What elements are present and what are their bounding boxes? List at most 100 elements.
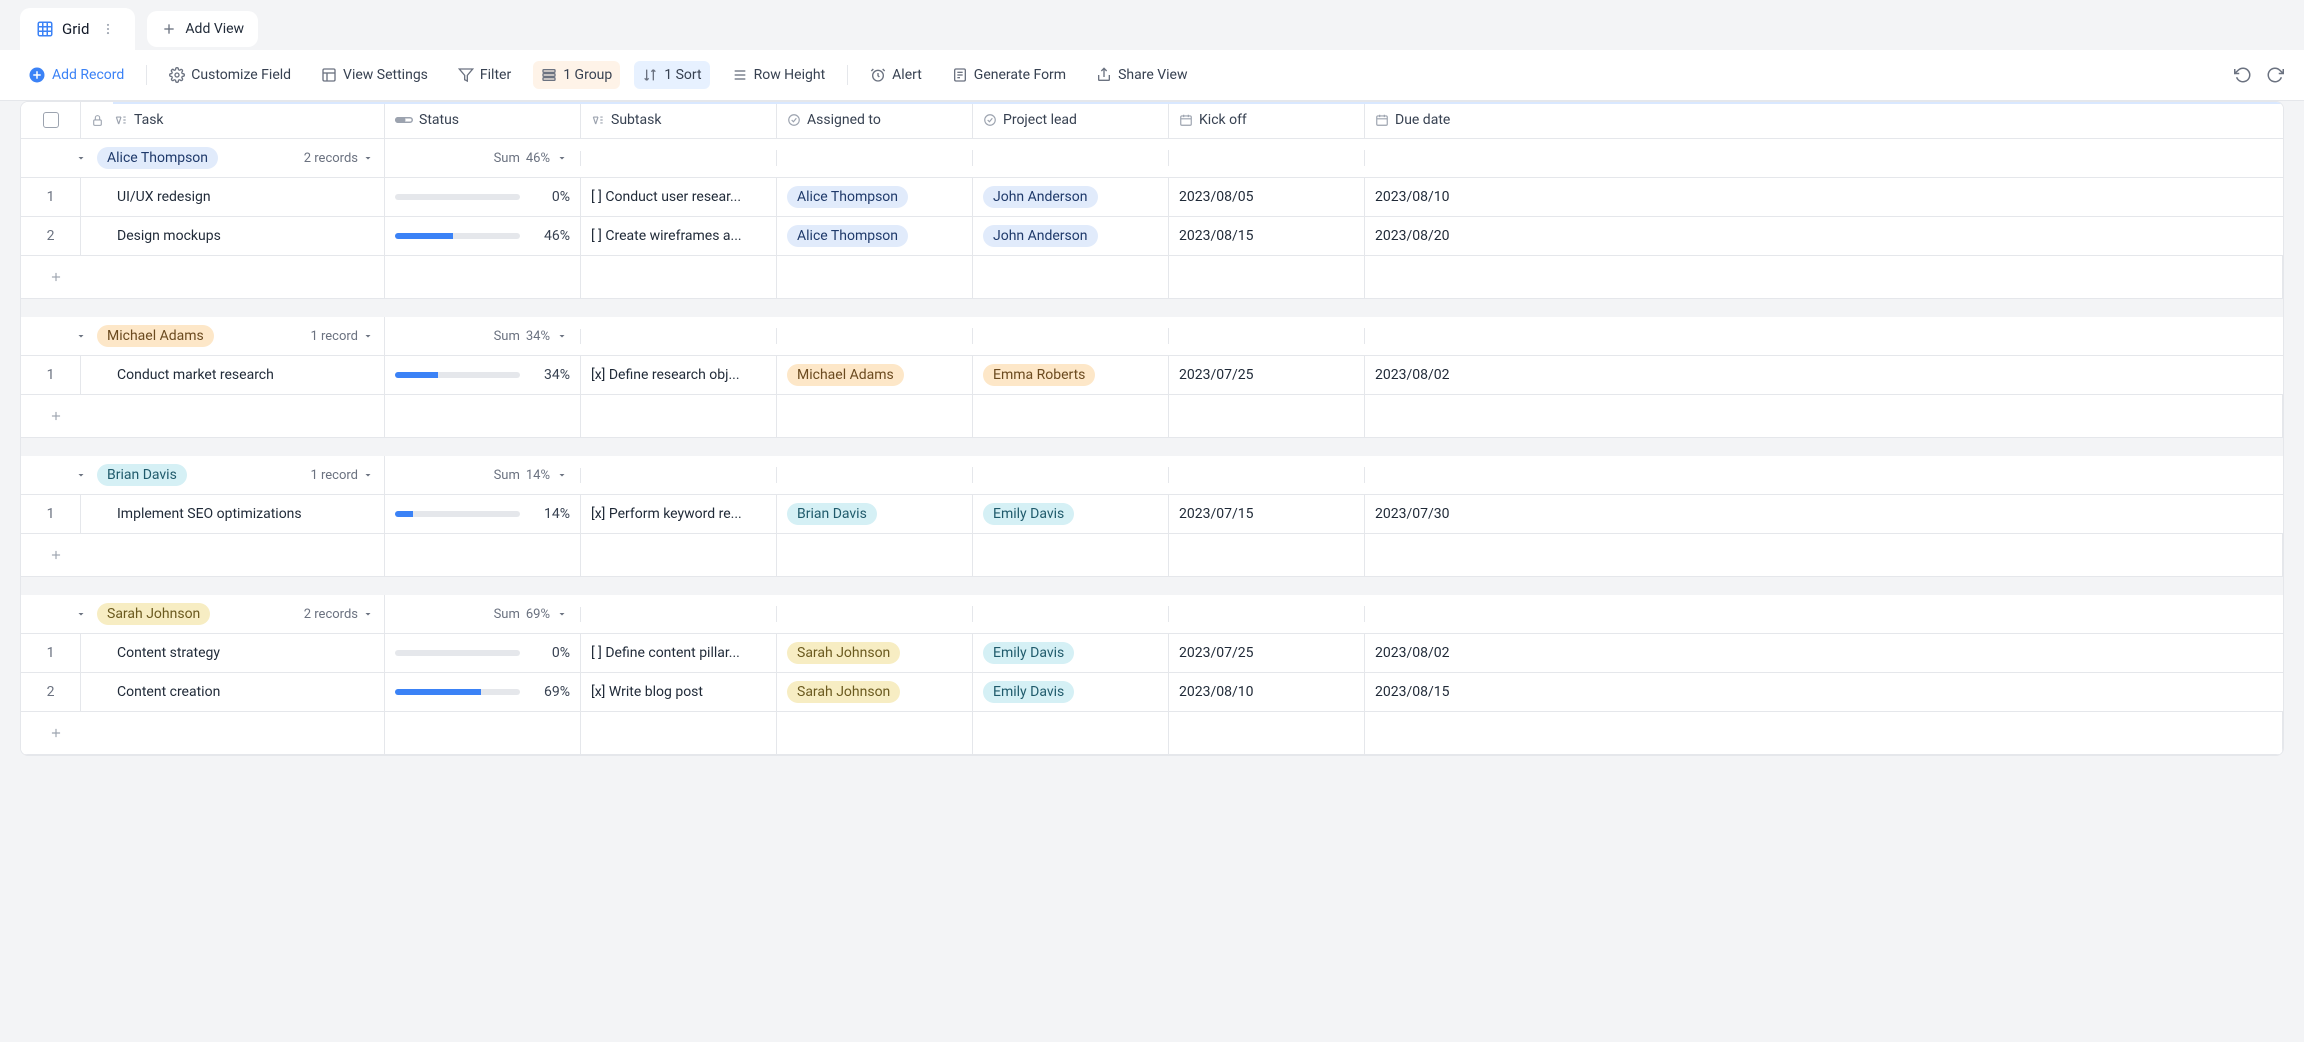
subtask-cell[interactable]: [x] Perform keyword re...	[581, 495, 777, 533]
task-cell[interactable]: Content creation	[81, 673, 385, 711]
table-row[interactable]: 1 Conduct market research 34% [x] Define…	[21, 356, 2283, 395]
due-cell[interactable]: 2023/08/15	[1365, 673, 2283, 711]
share-view-label: Share View	[1118, 67, 1187, 83]
alert-button[interactable]: Alert	[862, 61, 930, 89]
subtask-cell[interactable]: [ ] Conduct user resear...	[581, 178, 777, 216]
status-cell[interactable]: 0%	[385, 634, 581, 672]
column-header-status[interactable]: Status	[385, 102, 581, 138]
task-cell[interactable]: Design mockups	[81, 217, 385, 255]
redo-icon[interactable]	[2266, 66, 2284, 84]
assigned-cell[interactable]: Sarah Johnson	[777, 634, 973, 672]
assigned-cell[interactable]: Sarah Johnson	[777, 673, 973, 711]
due-cell[interactable]: 2023/08/02	[1365, 634, 2283, 672]
column-header-kickoff[interactable]: Kick off	[1169, 102, 1365, 138]
status-cell[interactable]: 0%	[385, 178, 581, 216]
add-view-button[interactable]: Add View	[147, 11, 258, 47]
column-task-label: Task	[134, 112, 164, 128]
add-row-button[interactable]	[21, 534, 385, 576]
kickoff-cell[interactable]: 2023/08/10	[1169, 673, 1365, 711]
assigned-cell[interactable]: Alice Thompson	[777, 178, 973, 216]
group-name-tag[interactable]: Brian Davis	[97, 464, 187, 486]
group-record-count[interactable]: 1 record	[310, 329, 374, 344]
group-collapse-toggle[interactable]	[75, 152, 87, 164]
column-header-task[interactable]: Task	[81, 102, 385, 138]
calendar-icon	[1179, 113, 1193, 127]
due-cell[interactable]: 2023/07/30	[1365, 495, 2283, 533]
subtask-cell[interactable]: [ ] Create wireframes a...	[581, 217, 777, 255]
kickoff-cell[interactable]: 2023/08/15	[1169, 217, 1365, 255]
task-cell[interactable]: UI/UX redesign	[81, 178, 385, 216]
group-status-summary[interactable]: Sum 14%	[385, 468, 581, 483]
column-header-subtask[interactable]: Subtask	[581, 102, 777, 138]
group-name-tag[interactable]: Alice Thompson	[97, 147, 218, 169]
due-cell[interactable]: 2023/08/20	[1365, 217, 2283, 255]
column-header-due[interactable]: Due date	[1365, 102, 2283, 138]
kickoff-cell[interactable]: 2023/07/25	[1169, 634, 1365, 672]
group-record-count[interactable]: 1 record	[310, 468, 374, 483]
table-row[interactable]: 1 UI/UX redesign 0% [ ] Conduct user res…	[21, 178, 2283, 217]
group-status-summary[interactable]: Sum 69%	[385, 607, 581, 622]
task-cell[interactable]: Conduct market research	[81, 356, 385, 394]
table-row[interactable]: 2 Design mockups 46% [ ] Create wirefram…	[21, 217, 2283, 256]
column-header-lead[interactable]: Project lead	[973, 102, 1169, 138]
customize-field-button[interactable]: Customize Field	[161, 61, 299, 89]
table-row[interactable]: 1 Implement SEO optimizations 14% [x] Pe…	[21, 495, 2283, 534]
clock-icon	[870, 67, 886, 83]
subtask-cell[interactable]: [ ] Define content pillar...	[581, 634, 777, 672]
lead-cell[interactable]: Emma Roberts	[973, 356, 1169, 394]
group-name-tag[interactable]: Michael Adams	[97, 325, 214, 347]
group-record-count[interactable]: 2 records	[304, 151, 374, 166]
lead-cell[interactable]: Emily Davis	[973, 634, 1169, 672]
status-cell[interactable]: 34%	[385, 356, 581, 394]
lead-cell[interactable]: John Anderson	[973, 178, 1169, 216]
sort-button[interactable]: 1 Sort	[634, 61, 709, 89]
lead-cell[interactable]: Emily Davis	[973, 673, 1169, 711]
group-status-summary[interactable]: Sum 34%	[385, 329, 581, 344]
add-row-button[interactable]	[21, 712, 385, 754]
add-row-button[interactable]	[21, 256, 385, 298]
kickoff-cell[interactable]: 2023/07/15	[1169, 495, 1365, 533]
progress-label: 69%	[528, 684, 570, 700]
column-header-assigned[interactable]: Assigned to	[777, 102, 973, 138]
plus-circle-icon	[28, 66, 46, 84]
group-button[interactable]: 1 Group	[533, 61, 620, 89]
group-collapse-toggle[interactable]	[75, 330, 87, 342]
share-view-button[interactable]: Share View	[1088, 61, 1195, 89]
filter-button[interactable]: Filter	[450, 61, 519, 89]
view-settings-button[interactable]: View Settings	[313, 61, 436, 89]
table-row[interactable]: 1 Content strategy 0% [ ] Define content…	[21, 634, 2283, 673]
kickoff-cell[interactable]: 2023/07/25	[1169, 356, 1365, 394]
select-all-checkbox[interactable]	[21, 102, 81, 138]
undo-icon[interactable]	[2234, 66, 2252, 84]
table-row[interactable]: 2 Content creation 69% [x] Write blog po…	[21, 673, 2283, 712]
view-tab-more-icon[interactable]	[97, 18, 119, 40]
add-record-button[interactable]: Add Record	[20, 60, 132, 90]
status-cell[interactable]: 46%	[385, 217, 581, 255]
generate-form-button[interactable]: Generate Form	[944, 61, 1074, 89]
subtask-cell[interactable]: [x] Define research obj...	[581, 356, 777, 394]
group-collapse-toggle[interactable]	[75, 469, 87, 481]
group-record-count[interactable]: 2 records	[304, 607, 374, 622]
assigned-cell[interactable]: Alice Thompson	[777, 217, 973, 255]
row-height-button[interactable]: Row Height	[724, 61, 834, 89]
lead-cell[interactable]: Emily Davis	[973, 495, 1169, 533]
assigned-cell[interactable]: Michael Adams	[777, 356, 973, 394]
group-collapse-toggle[interactable]	[75, 608, 87, 620]
group-name-tag[interactable]: Sarah Johnson	[97, 603, 210, 625]
add-view-label: Add View	[185, 21, 244, 37]
column-kickoff-label: Kick off	[1199, 112, 1247, 128]
status-cell[interactable]: 69%	[385, 673, 581, 711]
subtask-cell[interactable]: [x] Write blog post	[581, 673, 777, 711]
add-row-button[interactable]	[21, 395, 385, 437]
task-cell[interactable]: Implement SEO optimizations	[81, 495, 385, 533]
assigned-cell[interactable]: Brian Davis	[777, 495, 973, 533]
kickoff-cell[interactable]: 2023/08/05	[1169, 178, 1365, 216]
task-cell[interactable]: Content strategy	[81, 634, 385, 672]
lead-cell[interactable]: John Anderson	[973, 217, 1169, 255]
due-cell[interactable]: 2023/08/02	[1365, 356, 2283, 394]
view-tab-grid[interactable]: Grid	[20, 8, 135, 50]
group-status-summary[interactable]: Sum 46%	[385, 151, 581, 166]
text-field-icon	[591, 113, 605, 127]
status-cell[interactable]: 14%	[385, 495, 581, 533]
due-cell[interactable]: 2023/08/10	[1365, 178, 2283, 216]
